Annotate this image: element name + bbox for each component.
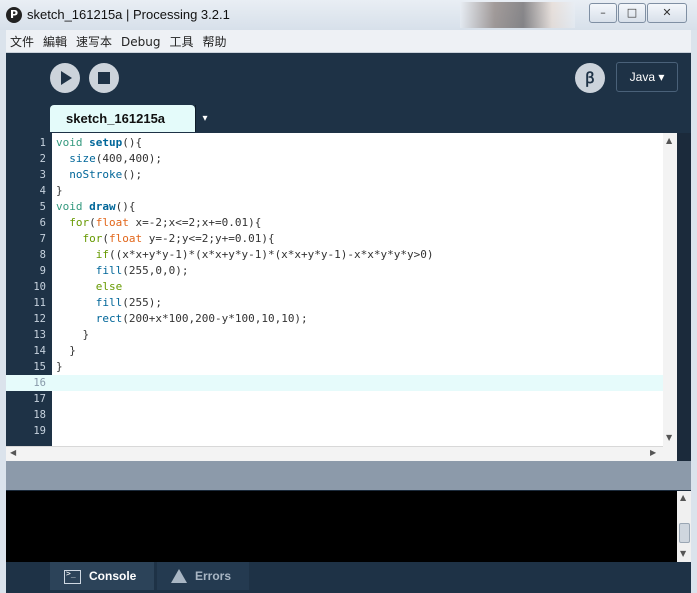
code-text: fill(255);	[95, 296, 162, 309]
code-text: noStroke();	[69, 168, 143, 181]
console-scroll-down-icon[interactable]: ▼	[680, 549, 686, 558]
code-line[interactable]: 2 size(400,400);	[6, 151, 677, 167]
console-icon	[64, 569, 81, 584]
line-number: 2	[39, 153, 46, 165]
code-line[interactable]: 6 for(float x=-2;x<=2;x+=0.01){	[6, 215, 677, 231]
line-number: 16	[6, 375, 52, 391]
menu-edit[interactable]: 編輯	[39, 30, 72, 50]
code-text: for(float y=-2;y<=2;y+=0.01){	[82, 232, 275, 245]
line-number: 11	[33, 297, 46, 309]
code-line[interactable]: 4}	[6, 183, 677, 199]
line-number: 4	[39, 185, 46, 197]
line-number: 19	[33, 425, 46, 437]
code-line[interactable]: 14 }	[6, 343, 677, 359]
window-frame-right	[691, 30, 697, 593]
code-line[interactable]: 17	[6, 391, 677, 407]
code-line[interactable]: 7 for(float y=-2;y<=2;y+=0.01){	[6, 231, 677, 247]
scroll-right-icon[interactable]: ▶	[650, 448, 656, 457]
tab-sketch-label: sketch_161215a	[66, 111, 166, 126]
code-line[interactable]: 1 void setup(){	[6, 135, 677, 151]
console-scroll-thumb[interactable]	[679, 523, 690, 543]
maximize-button[interactable]: □	[618, 3, 646, 23]
processing-logo-icon: P	[6, 7, 22, 23]
line-number: 14	[33, 345, 46, 357]
code-line[interactable]: 5 void draw(){	[6, 199, 677, 215]
code-text: }	[56, 344, 76, 357]
tab-errors[interactable]: Errors	[157, 562, 249, 590]
tab-menu-chevron-down-icon[interactable]: ▾	[195, 105, 214, 132]
console-scroll-up-icon[interactable]: ▲	[680, 493, 686, 502]
line-number: 9	[39, 265, 46, 277]
line-number: 3	[39, 169, 46, 181]
mode-selector[interactable]: Java ▾	[616, 62, 678, 92]
code-line[interactable]: 19	[6, 423, 677, 439]
code-text: size(400,400);	[69, 152, 162, 165]
line-number: 12	[33, 313, 46, 325]
scroll-left-icon[interactable]: ◀	[10, 448, 16, 457]
code-text: }	[56, 184, 63, 197]
code-line[interactable]: 10 else	[6, 279, 677, 295]
tab-errors-label: Errors	[195, 569, 232, 583]
code-line[interactable]: 15}	[6, 359, 677, 375]
code-line[interactable]: 16	[6, 375, 677, 391]
console-scrollbar[interactable]: ▲ ▼	[677, 491, 691, 562]
code-line[interactable]: 18	[6, 407, 677, 423]
code-editor[interactable]: 1 void setup(){2 size(400,400); 3 noStroke…	[6, 133, 677, 446]
run-button[interactable]	[50, 63, 80, 93]
code-text: fill(255,0,0);	[95, 264, 189, 277]
code-line[interactable]: 8 if((x*x+y*y-1)*(x*x+y*y-1)*(x*x+y*y-1)…	[6, 247, 677, 263]
code-text: if((x*x+y*y-1)*(x*x+y*y-1)*(x*x+y*y-1)-x…	[95, 248, 434, 261]
line-number: 6	[39, 217, 46, 229]
menu-file[interactable]: 文件	[6, 30, 39, 50]
window-title: sketch_161215a | Processing 3.2.1	[27, 7, 230, 22]
debug-icon: ꞵ	[585, 69, 595, 87]
stop-button[interactable]	[89, 63, 119, 93]
line-number: 5	[39, 201, 46, 213]
code-text: }	[56, 328, 90, 341]
code-text: rect(200+x*100,200-y*100,10,10);	[95, 312, 308, 325]
menu-tools[interactable]: 工具	[166, 30, 199, 50]
menu-bar: 文件 編輯 速写本 Debug 工具 帮助	[6, 30, 691, 53]
line-number: 10	[33, 281, 46, 293]
close-button[interactable]: ✕	[647, 3, 687, 23]
code-text: void draw(){	[56, 200, 136, 213]
tab-sketch[interactable]: sketch_161215a	[50, 105, 195, 132]
code-text: void setup(){	[56, 136, 143, 149]
message-area	[6, 461, 691, 490]
code-line[interactable]: 9 fill(255,0,0);	[6, 263, 677, 279]
menu-sketch[interactable]: 速写本	[72, 30, 117, 50]
background-thumbnail	[460, 2, 575, 28]
line-number: 18	[33, 409, 46, 421]
code-line[interactable]: 13 }	[6, 327, 677, 343]
code-line[interactable]: 3 noStroke();	[6, 167, 677, 183]
editor-horizontal-scrollbar[interactable]: ◀ ▶	[6, 446, 663, 461]
scroll-up-icon[interactable]: ▲	[666, 136, 672, 145]
editor-vertical-scrollbar[interactable]: ▲ ▼	[663, 133, 677, 446]
line-number: 1	[39, 137, 46, 149]
line-number: 17	[33, 393, 46, 405]
line-number: 15	[33, 361, 46, 373]
scroll-down-icon[interactable]: ▼	[666, 433, 672, 442]
line-number: 7	[39, 233, 46, 245]
tab-console-label: Console	[89, 569, 137, 583]
warning-icon	[171, 569, 187, 583]
line-number: 8	[39, 249, 46, 261]
tab-console[interactable]: Console	[50, 562, 154, 590]
menu-help[interactable]: 帮助	[199, 30, 232, 50]
code-text: }	[56, 360, 63, 373]
code-text: else	[95, 280, 123, 293]
console-output[interactable]	[6, 491, 677, 562]
footer-tabs: Console Errors	[6, 562, 691, 593]
line-number: 13	[33, 329, 46, 341]
minimize-button[interactable]: –	[589, 3, 617, 23]
code-line[interactable]: 11 fill(255);	[6, 295, 677, 311]
scroll-corner	[663, 446, 677, 461]
code-line[interactable]: 12 rect(200+x*100,200-y*100,10,10);	[6, 311, 677, 327]
code-text: for(float x=-2;x<=2;x+=0.01){	[69, 216, 262, 229]
menu-debug[interactable]: Debug	[117, 32, 165, 49]
title-bar: P sketch_161215a | Processing 3.2.1 – □ …	[0, 0, 697, 31]
